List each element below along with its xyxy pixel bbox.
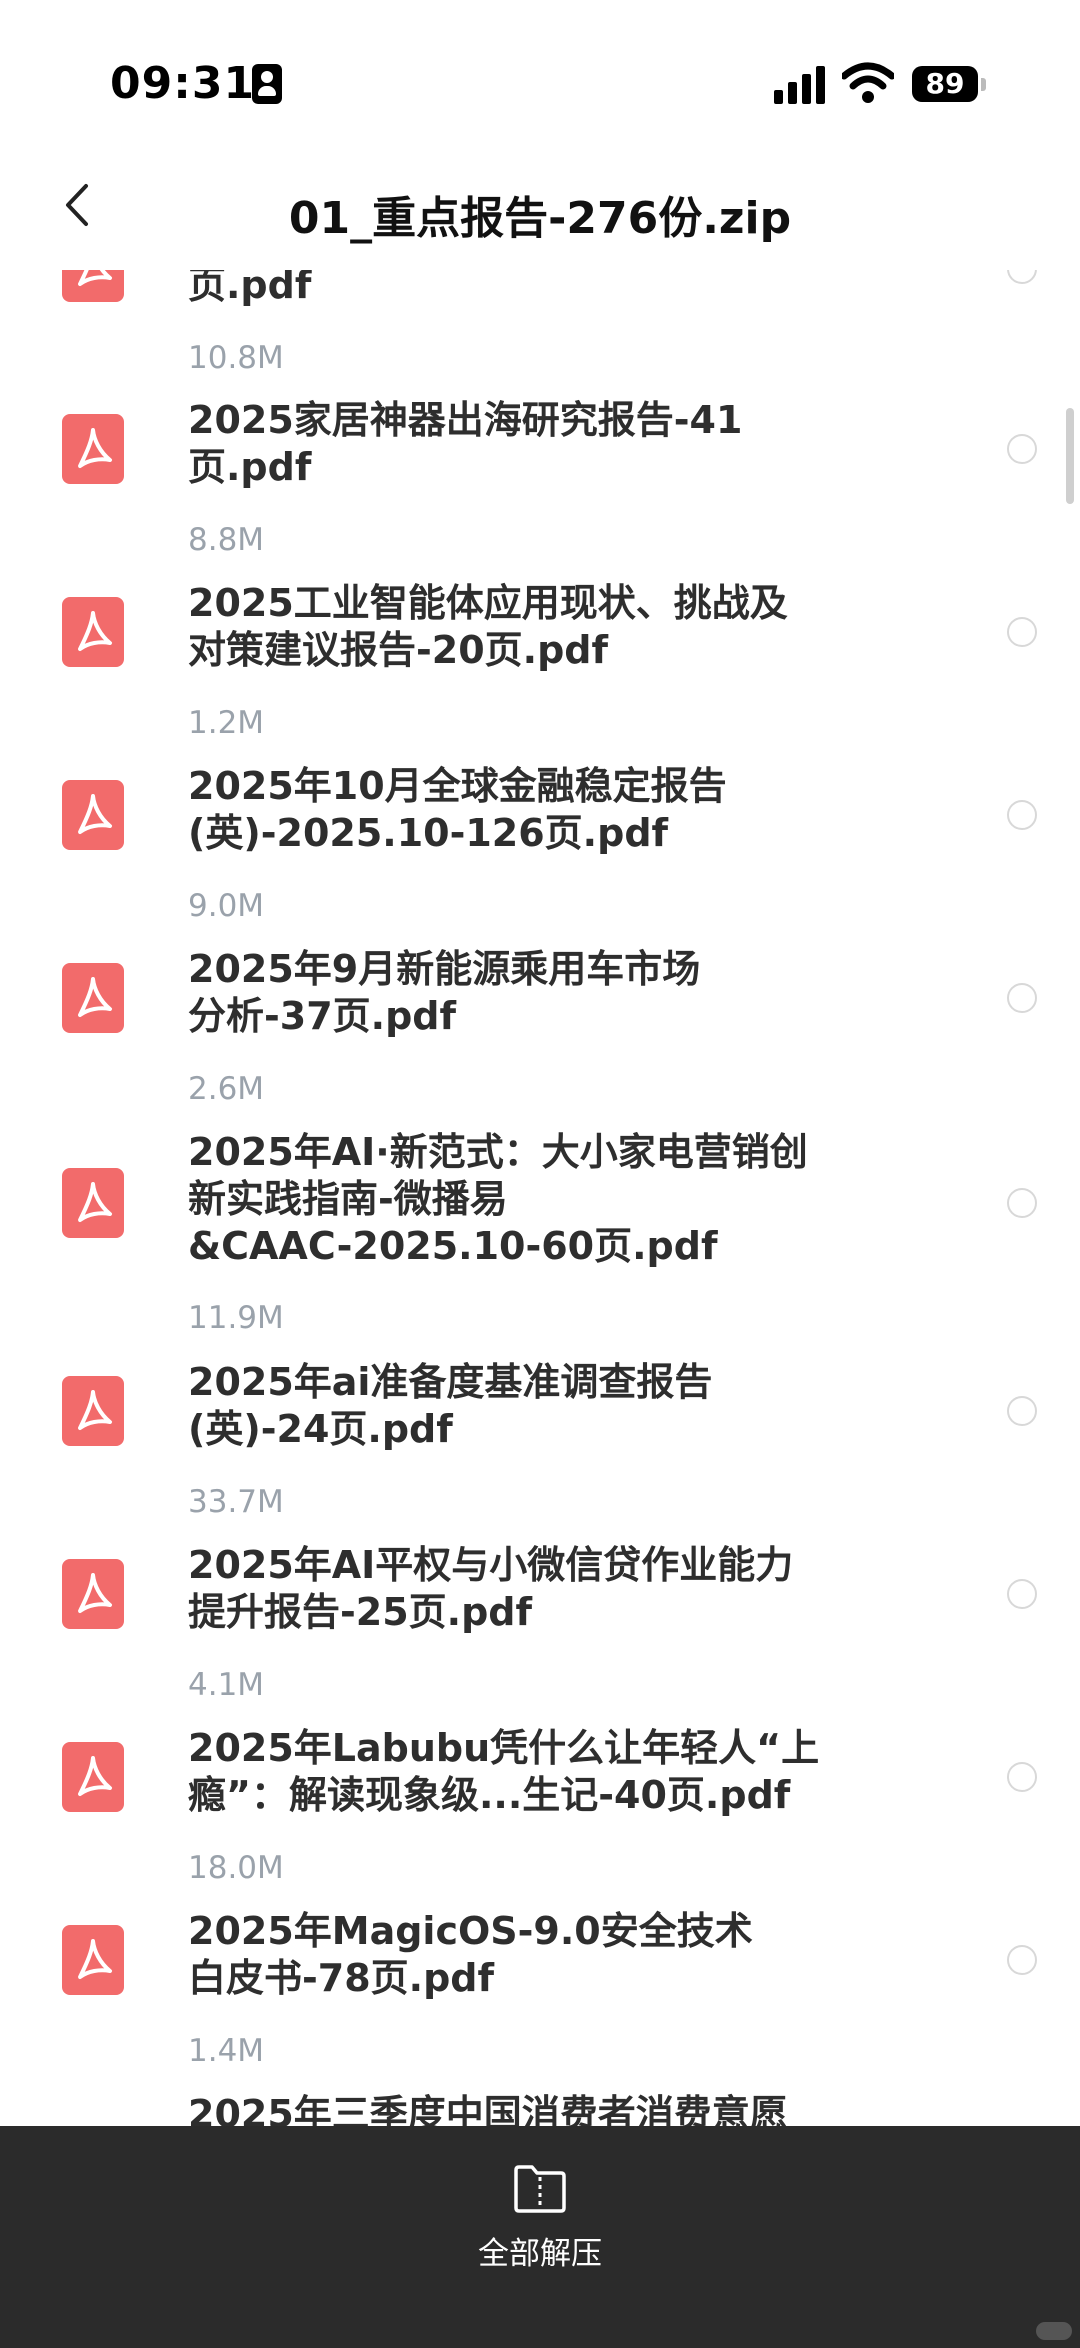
file-name-line: &CAAC-2025.10-60页.pdf [188,1224,718,1268]
select-radio[interactable] [1007,1762,1037,1792]
file-name: 2025年MagicOS-9.0安全技术 白皮书-78页.pdf [188,1908,868,2002]
file-name-line: 2025年ai准备度基准调查报告 [188,1360,713,1404]
pdf-file-icon [62,1376,124,1446]
file-name-line: 2025家居神器出海研究报告-41 [188,398,743,442]
select-radio[interactable] [1007,983,1037,1013]
file-name-line: 白皮书-78页.pdf [188,1956,495,2000]
page-title: 01_重点报告-276份.zip [288,193,792,244]
file-size: 8.8M [188,522,265,558]
pdf-file-icon [62,1168,124,1238]
file-name-line: 页.pdf [188,445,312,489]
file-size: 11.9M [188,1300,284,1336]
file-name-line: 2025年AI·新范式：大小家电营销创 [188,1130,808,1174]
file-name: 2025年9月新能源乘用车市场 分析-37页.pdf [188,946,868,1040]
file-name-line: (英)-2025.10-126页.pdf [188,811,669,855]
select-radio[interactable] [1007,1945,1037,1975]
file-size: 10.8M [188,340,284,376]
select-radio[interactable] [1007,1188,1037,1218]
file-name-line: 对策建议报告-20页.pdf [188,628,609,672]
file-name-line: 新实践指南-微播易 [188,1177,508,1221]
status-bar: 09:31 89 [0,0,1080,130]
file-size: 9.0M [188,888,265,924]
file-size: 2.6M [188,1071,265,1107]
signal-icon [774,64,828,104]
file-name: 2025工业智能体应用现状、挑战及 对策建议报告-20页.pdf [188,580,868,674]
file-name-line: 2025年10月全球金融稳定报告 [188,764,727,808]
file-name-line: (英)-24页.pdf [188,1407,453,1451]
file-size: 1.4M [188,2033,265,2069]
pdf-file-icon [62,1742,124,1812]
file-name-line: 2025年9月新能源乘用车市场 [188,947,701,991]
select-radio[interactable] [1007,1396,1037,1426]
battery-indicator: 89 [912,66,978,102]
scrollbar-thumb[interactable] [1066,408,1074,504]
file-list[interactable]: 页.pdf 10.8M 2025家居神器出海研究报告-41 页.pdf 8.8M… [0,0,1080,2126]
extract-all-button[interactable]: 全部解压 [440,2146,640,2272]
file-name: 2025年Labubu凭什么让年轻人“上 瘾”：解读现象级...生记-40页.p… [188,1725,868,1819]
select-radio[interactable] [1007,617,1037,647]
battery-tip [981,78,986,91]
pdf-file-icon [62,1925,124,1995]
file-name-line: 2025年三季度中国消费者消费意愿 [188,2092,788,2126]
file-size: 1.2M [188,705,265,741]
select-radio[interactable] [1007,434,1037,464]
select-radio[interactable] [1007,1579,1037,1609]
file-name: 2025年三季度中国消费者消费意愿 [188,2091,868,2126]
file-name-line: 瘾”：解读现象级...生记-40页.pdf [188,1773,791,1817]
file-size: 33.7M [188,1484,284,1520]
file-name: 2025家居神器出海研究报告-41 页.pdf [188,397,868,491]
file-name: 2025年AI平权与小微信贷作业能力 提升报告-25页.pdf [188,1542,868,1636]
status-time: 09:31 [110,58,256,109]
file-name: 2025年AI·新范式：大小家电营销创 新实践指南-微播易 &CAAC-2025… [188,1129,868,1270]
file-name-line: 2025年AI平权与小微信贷作业能力 [188,1543,794,1587]
bottom-action-bar: 全部解压 [0,2126,1080,2348]
pdf-file-icon [62,780,124,850]
pdf-file-icon [62,597,124,667]
pdf-file-icon [62,414,124,484]
file-name: 2025年10月全球金融稳定报告 (英)-2025.10-126页.pdf [188,763,868,857]
file-name-line: 2025年MagicOS-9.0安全技术 [188,1909,753,1953]
select-radio[interactable] [1007,800,1037,830]
file-size: 4.1M [188,1667,265,1703]
file-size: 18.0M [188,1850,284,1886]
file-name-line: 2025工业智能体应用现状、挑战及 [188,581,788,625]
pdf-file-icon [62,963,124,1033]
pdf-file-icon [62,1559,124,1629]
file-name-line: 2025年Labubu凭什么让年轻人“上 [188,1726,820,1770]
watermark-badge [1036,2322,1072,2340]
nav-bar: 01_重点报告-276份.zip [0,130,1080,270]
file-name: 2025年ai准备度基准调查报告 (英)-24页.pdf [188,1359,868,1453]
contact-card-icon [252,64,282,104]
wifi-icon [842,62,894,103]
archive-extract-icon [514,2165,566,2213]
file-name-line: 提升报告-25页.pdf [188,1590,533,1634]
file-name-line: 分析-37页.pdf [188,994,457,1038]
extract-all-label: 全部解压 [478,2236,602,2272]
